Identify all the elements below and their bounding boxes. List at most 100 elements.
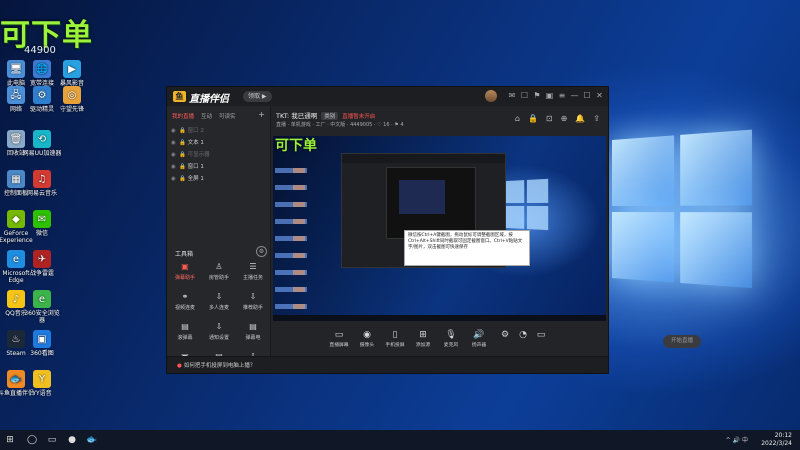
tool-label: 弹幕助手 [174,275,195,281]
titlebar-icon[interactable]: — [570,91,580,101]
taskbar-app-icon[interactable]: ⊞ [4,434,16,446]
system-tray[interactable]: ^ 🔊 中 [726,435,748,444]
tool-icon: ▣ [181,262,189,271]
help-link[interactable]: ● 如何把手机投屏到电脑上播？ [177,361,255,369]
tool-label: 房管助手 [208,275,229,281]
room-tool-icon[interactable]: 🔒 [528,114,538,123]
lock-icon[interactable]: 🔒 [179,152,188,158]
desktop-icon[interactable]: e 360安全浏览器 [22,290,62,324]
scene-item[interactable]: ◉ 🔒 窗口 1 [171,162,267,172]
taskbar-app-icon[interactable]: ● [66,434,78,446]
toolbox-title: 工具箱 [175,251,194,258]
toolbox-tool[interactable]: ⇩ 通知设置 [204,322,234,341]
scene-item[interactable]: ◉ 🔒 可显示器 [171,150,267,160]
category-pill[interactable]: 类别 [321,112,339,120]
desktop-icon[interactable]: ♫ 网易云音乐 [22,170,62,197]
lock-icon[interactable]: 🔒 [179,164,188,170]
source-tool-button[interactable]: 🎙 麦克风 [439,330,463,348]
room-tool-icon[interactable]: ⇪ [593,114,600,123]
preview-windows-logo [504,178,549,231]
visibility-eye-icon[interactable]: ◉ [171,138,179,148]
toolbox-tool[interactable]: ▤ 弹幕电 [238,322,268,341]
desktop-icon[interactable]: ⟲ 网易UU加速器 [22,130,62,157]
toolbox-tool[interactable]: ▣ 弹幕助手 [170,262,200,281]
titlebar-icon[interactable]: ▣ [545,91,555,101]
app-logo-text: 直播伴侣 [189,94,229,105]
vip-badge[interactable]: 领取 ▶ [243,91,272,102]
sidebar-tab[interactable]: 我的直播 [172,114,194,120]
source-tool-button[interactable]: ⊞ 添加源 [411,330,435,348]
desktop-icon[interactable]: ✈ 战争雷霆 [22,250,62,277]
toolbox-tool[interactable]: ⇩ 多人连麦 [204,292,234,311]
source-tool-button[interactable]: 🔊 扬声器 [467,330,491,348]
visibility-eye-icon[interactable]: ◉ [171,174,179,184]
visibility-eye-icon[interactable]: ◉ [171,150,179,160]
visibility-eye-icon[interactable]: ◉ [171,162,179,172]
source-tool-icon: ▭ [536,330,546,340]
lock-icon[interactable]: 🔒 [179,140,188,146]
scene-label: 全屏 1 [187,176,204,182]
taskbar-app-icon[interactable]: ◯ [26,434,38,446]
scene-item[interactable]: ◉ 🔒 文本 1 [171,138,267,148]
titlebar-icon[interactable]: ✉ [507,91,517,101]
source-tool-button[interactable]: ◉ 摄像头 [355,330,379,348]
desktop-app-icon: ▣ [33,330,51,348]
source-tool-button[interactable]: ▭ [529,330,553,341]
scene-item[interactable]: ◉ 🔒 窗口 2 [171,126,267,136]
source-tool-button[interactable]: ▭ 直播屏幕 [327,330,351,348]
tool-icon: ♙ [215,262,223,271]
visibility-eye-icon[interactable]: ◉ [171,126,179,136]
room-tool-icon[interactable]: ⌂ [515,114,520,123]
taskbar-app-icon[interactable]: 🐟 [86,434,98,446]
add-scene-button[interactable]: + [258,110,265,119]
main-panel: TKT: 我已通啊 类别 直播暂未开启 直播 · 单机游戏 · 工厂 · 中文版 ·… [271,106,701,368]
taskbar-clock[interactable]: 20:12 2022/3/24 [761,432,792,448]
toolbox-tool[interactable]: ☰ 主播任务 [238,262,268,281]
source-tool-button[interactable]: ▯ 手机投屏 [383,330,407,348]
tool-icon: ▤ [181,322,189,331]
toolbox-tool[interactable]: ⇩ 推荐助手 [238,292,268,311]
room-tool-icon[interactable]: ⊕ [561,114,568,123]
desktop-icon-label: YY语音 [32,390,52,397]
app-titlebar[interactable]: 鱼 直播伴侣 领取 ▶ ✉ ☐ ⚑ ▣ ≡ — ☐ ✕ [167,87,608,106]
titlebar-icon[interactable]: ☐ [520,91,530,101]
titlebar-icon[interactable]: ⚑ [532,91,542,101]
app-logo-icon: 鱼 [173,91,186,102]
desktop-icon-label: 网易云音乐 [26,190,57,197]
desktop-icon[interactable]: ✉ 微信 [22,210,62,237]
taskbar-app-icon[interactable]: ▭ [46,434,58,446]
desktop-app-icon: Y [33,370,51,388]
preview-taskbar [273,315,606,321]
toolbox-tool[interactable]: ⚭ 视频连麦 [170,292,200,311]
scene-label: 窗口 2 [187,128,204,134]
toolbox-settings-icon[interactable]: ⚙ [256,246,267,257]
start-live-button[interactable]: 开始直播 [663,335,701,348]
toolbox-tool[interactable]: ▤ 滚弹幕 [170,322,200,341]
scene-sidebar: 我的直播 互动 可读实 + ◉ 🔒 窗口 2 ◉ 🔒 文本 1 ◉ 🔒 可显示器 ◉ 🔒 窗口 1… [167,106,271,361]
desktop-icon[interactable]: ◎ 守望先锋 [52,86,92,113]
toolbox-tool[interactable]: ♙ 房管助手 [204,262,234,281]
titlebar-icon[interactable]: ☐ [582,91,592,101]
desktop-app-icon: ✉ [33,210,51,228]
sidebar-tab[interactable]: 互动 [201,114,212,120]
room-tool-icon[interactable]: 🔔 [575,114,585,123]
sidebar-tab[interactable]: 可读实 [219,114,236,120]
lock-icon[interactable]: 🔒 [179,176,188,182]
stream-preview[interactable]: 可下单 微信按Ctrl+A键截图，拖动鼠标可调整截图区域，按Ctrl+Alt+S… [273,136,606,321]
scene-item[interactable]: ◉ 🔒 全屏 1 [171,174,267,184]
desktop-icon[interactable]: ▣ 360看图 [22,330,62,357]
tool-label: 弹幕电 [245,335,261,341]
room-meta: 直播 · 单机游戏 · 工厂 · 中文版 · 4449005 · ♡ 16 · … [276,122,404,128]
desktop-icon[interactable]: Y YY语音 [22,370,62,397]
room-tool-icon[interactable]: ⊡ [546,114,553,123]
desktop-icon[interactable]: ▶ 暴风影音 [52,60,92,87]
room-title-row: TKT: 我已通啊 类别 直播暂未开启 [276,110,375,120]
titlebar-icon[interactable]: ✕ [595,91,605,101]
live-status-text: 直播暂未开启 [342,114,376,120]
avatar[interactable] [485,90,497,102]
scene-label: 文本 1 [187,140,204,146]
titlebar-icon[interactable]: ≡ [557,91,567,101]
room-title[interactable]: TKT: 我已通啊 [276,112,317,120]
preview-desktop-icons-2 [293,162,305,310]
lock-icon[interactable]: 🔒 [179,128,188,134]
